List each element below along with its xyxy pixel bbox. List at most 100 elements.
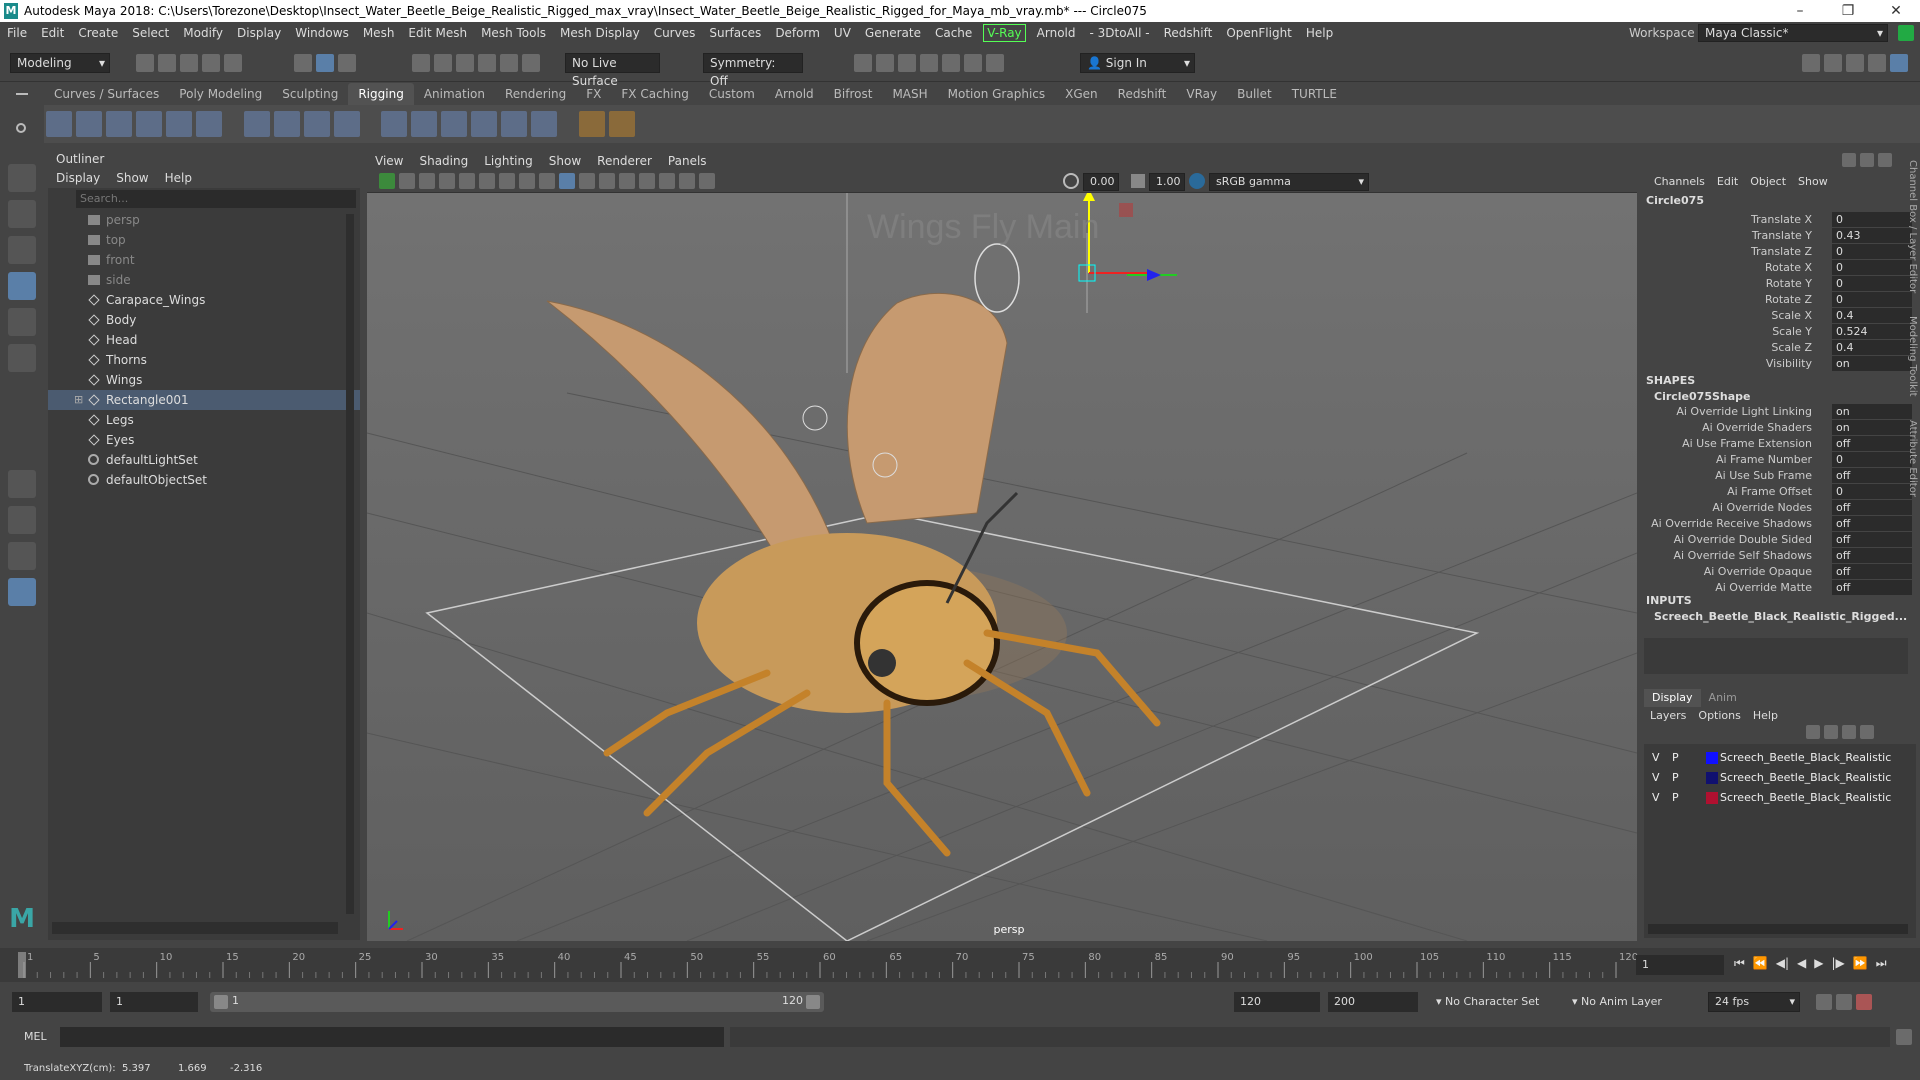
tab-anim[interactable]: Anim <box>1701 691 1745 704</box>
tab-animation[interactable]: Animation <box>414 83 495 105</box>
color-space-dropdown[interactable]: sRGB gamma ▾ <box>1209 173 1369 191</box>
lock-icon[interactable] <box>1898 25 1914 41</box>
snap-curve-icon[interactable] <box>434 54 452 72</box>
outliner-layout-icon[interactable] <box>8 578 36 606</box>
quick-rig-icon[interactable] <box>196 111 222 137</box>
fps-dropdown[interactable]: 24 fps ▾ <box>1708 992 1800 1012</box>
minimize-button[interactable]: – <box>1780 0 1820 22</box>
menu-create[interactable]: Create <box>71 22 125 44</box>
outliner-item[interactable]: persp <box>48 210 360 230</box>
loop-icon[interactable] <box>1816 994 1832 1010</box>
wireframe-icon[interactable] <box>539 173 555 189</box>
range-start-handle[interactable] <box>214 995 228 1009</box>
channel-value-field[interactable]: 0.524 <box>1832 324 1912 339</box>
cb-menu-channels[interactable]: Channels <box>1648 175 1711 188</box>
animation-preferences-icon[interactable] <box>1856 994 1872 1010</box>
exposure-field[interactable]: 0.00 <box>1083 173 1119 191</box>
channel-value-field[interactable]: 0.4 <box>1832 340 1912 355</box>
layers-menu-help[interactable]: Help <box>1747 709 1784 722</box>
layer-visibility-toggle[interactable]: V <box>1652 768 1660 788</box>
live-surface-field[interactable]: No Live Surface <box>565 53 660 88</box>
maximize-button[interactable]: ❐ <box>1828 0 1868 22</box>
channel-value-field[interactable]: 0.43 <box>1832 228 1912 243</box>
xray-icon[interactable] <box>699 173 715 189</box>
tab-display[interactable]: Display <box>1644 689 1701 707</box>
layer-visibility-toggle[interactable]: V <box>1652 788 1660 808</box>
close-button[interactable]: ✕ <box>1876 0 1916 22</box>
menu-mesh-display[interactable]: Mesh Display <box>553 22 647 44</box>
paint-select-icon[interactable] <box>8 236 36 264</box>
input-node-name[interactable]: Screech_Beetle_Black_Realistic_Rigged... <box>1648 608 1908 626</box>
open-scene-icon[interactable] <box>158 54 176 72</box>
outliner-item[interactable]: Wings <box>48 370 360 390</box>
outliner-item[interactable]: Legs <box>48 410 360 430</box>
tab-custom[interactable]: Custom <box>699 83 765 105</box>
ambient-occlusion-icon[interactable] <box>639 173 655 189</box>
rig-control-square[interactable] <box>1119 203 1133 217</box>
menu-display[interactable]: Display <box>230 22 288 44</box>
channel-value-field[interactable]: 0 <box>1832 452 1912 467</box>
channel-row[interactable]: Scale X 0.4 <box>1640 308 1916 324</box>
mirror-joint-icon[interactable] <box>136 111 162 137</box>
symmetry-dropdown[interactable]: Symmetry: Off <box>703 53 803 88</box>
channel-row[interactable]: Ai Override Shaders on <box>1640 420 1916 436</box>
render-setup-icon[interactable] <box>964 54 982 72</box>
outliner-menu-help[interactable]: Help <box>157 168 200 188</box>
help-icon[interactable] <box>1860 152 1874 167</box>
tab-rigging[interactable]: Rigging <box>348 83 414 105</box>
menu-arnold[interactable]: Arnold <box>1030 22 1083 44</box>
anim-layer-dropdown[interactable]: ▾ No Anim Layer <box>1572 992 1692 1012</box>
pause-icon[interactable] <box>986 54 1004 72</box>
current-time-marker[interactable] <box>18 952 26 978</box>
vp-menu-renderer[interactable]: Renderer <box>589 151 660 171</box>
layer-playback-toggle[interactable]: P <box>1672 748 1679 768</box>
joint-tool-icon[interactable] <box>46 111 72 137</box>
channel-row[interactable]: Ai Override Opaque off <box>1640 564 1916 580</box>
tab-fx[interactable]: FX <box>576 83 611 105</box>
script-editor-icon[interactable] <box>1896 1029 1912 1045</box>
textured-icon[interactable] <box>579 173 595 189</box>
scale-tool-icon[interactable] <box>8 344 36 372</box>
layers-menu-layers[interactable]: Layers <box>1644 709 1692 722</box>
wing-control-circle[interactable] <box>974 243 1020 313</box>
tab-bifrost[interactable]: Bifrost <box>824 83 883 105</box>
isolate-select-icon[interactable] <box>679 173 695 189</box>
outliner-scrollbar[interactable] <box>346 214 354 914</box>
expand-icon[interactable]: ⊞ <box>74 390 83 410</box>
move-manipulator-y-arrow[interactable] <box>1083 189 1095 201</box>
channel-row[interactable]: Ai Use Sub Frame off <box>1640 468 1916 484</box>
channel-value-field[interactable]: off <box>1832 580 1912 595</box>
outliner-menu-show[interactable]: Show <box>108 168 156 188</box>
cb-menu-edit[interactable]: Edit <box>1711 175 1744 188</box>
menu-generate[interactable]: Generate <box>858 22 928 44</box>
outliner-item[interactable]: defaultLightSet <box>48 450 360 470</box>
menu-file[interactable]: File <box>0 22 34 44</box>
smooth-shade-icon[interactable] <box>559 173 575 189</box>
menu-mesh-tools[interactable]: Mesh Tools <box>474 22 553 44</box>
save-scene-icon[interactable] <box>180 54 198 72</box>
channel-value-field[interactable]: 0 <box>1832 276 1912 291</box>
new-scene-icon[interactable] <box>136 54 154 72</box>
exposure-icon[interactable] <box>1063 173 1079 189</box>
layer-playback-toggle[interactable]: P <box>1672 788 1679 808</box>
workspace-dropdown[interactable]: Maya Classic* ▾ <box>1698 24 1888 42</box>
menuset-dropdown[interactable]: Modeling ▾ <box>10 53 110 73</box>
vp-menu-panels[interactable]: Panels <box>660 151 715 171</box>
two-view-layout-icon[interactable] <box>8 542 36 570</box>
bookmark-icon[interactable] <box>419 173 435 189</box>
step-back-frame-icon[interactable]: ◀| <box>1772 956 1793 970</box>
menu-cache[interactable]: Cache <box>928 22 979 44</box>
viewport-canvas[interactable]: Wings Fly Main persp <box>367 189 1637 941</box>
humanik-icon[interactable] <box>166 111 192 137</box>
tab-fx-caching[interactable]: FX Caching <box>611 83 698 105</box>
tool-settings-icon[interactable] <box>1868 54 1886 72</box>
channel-box-icon[interactable] <box>1842 152 1856 167</box>
character-set-dropdown[interactable]: ▾ No Character Set <box>1436 992 1566 1012</box>
cb-menu-object[interactable]: Object <box>1744 175 1792 188</box>
outliner-item[interactable]: Body <box>48 310 360 330</box>
vp-menu-view[interactable]: View <box>367 151 411 171</box>
redo-icon[interactable] <box>224 54 242 72</box>
image-plane-icon[interactable] <box>439 173 455 189</box>
select-object-icon[interactable] <box>316 54 334 72</box>
channel-row[interactable]: Translate Z 0 <box>1640 244 1916 260</box>
